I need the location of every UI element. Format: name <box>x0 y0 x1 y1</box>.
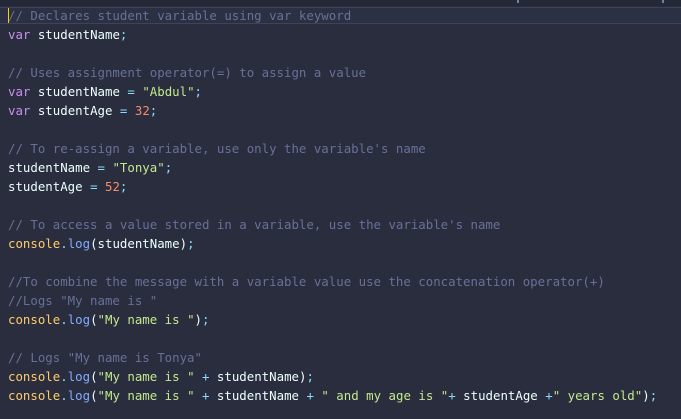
code-token-keyword: var <box>8 27 31 42</box>
code-token-object: console <box>8 312 61 327</box>
code-token-method: log <box>67 369 91 384</box>
code-token-punct: ; <box>187 236 195 251</box>
code-line[interactable] <box>8 197 680 216</box>
code-token-comment: // Uses assignment operator(=) to assign… <box>8 65 367 80</box>
code-token-var: studentName <box>8 160 98 175</box>
overview-ruler-mark <box>662 0 664 3</box>
code-token-object: console <box>8 388 61 403</box>
code-token-var <box>127 103 134 118</box>
code-token-comment: //To combine the message with a variable… <box>8 274 605 289</box>
code-token-operator: = <box>127 84 135 99</box>
code-token-string: "My name is " <box>97 369 195 384</box>
code-line[interactable] <box>8 254 680 273</box>
code-token-punct: ; <box>149 103 158 118</box>
code-token-var: studentAge <box>455 388 546 403</box>
code-line[interactable]: console.log("My name is "); <box>8 311 680 330</box>
code-token-object: console <box>8 236 61 251</box>
code-token-string: " years old" <box>552 388 643 403</box>
code-line[interactable]: studentAge = 52; <box>8 178 680 197</box>
code-token-var: studentAge <box>8 179 91 194</box>
code-token-var <box>195 388 202 403</box>
overview-ruler-mark <box>517 0 519 3</box>
code-token-operator: + <box>545 388 553 403</box>
code-token-comment: // Logs "My name is Tonya" <box>8 350 202 365</box>
code-line[interactable] <box>8 45 680 64</box>
code-token-var: studentName) <box>209 369 307 384</box>
code-token-operator: = <box>90 179 98 194</box>
code-token-var: ) <box>642 388 650 403</box>
code-line[interactable]: //Logs "My name is " <box>8 292 680 311</box>
code-token-punct: ; <box>119 27 128 42</box>
code-token-punct: . <box>60 312 68 327</box>
code-line[interactable]: // To access a value stored in a variabl… <box>8 216 680 235</box>
code-token-punct: ; <box>202 312 210 327</box>
code-line[interactable]: var studentAge = 32; <box>8 102 680 121</box>
code-token-number: 32 <box>134 103 150 118</box>
editor-top-strip <box>0 0 681 6</box>
code-token-punct: ; <box>164 160 173 175</box>
code-token-comment: //Logs "My name is " <box>8 293 158 308</box>
code-line[interactable] <box>8 330 680 349</box>
code-token-string: "Abdul" <box>142 84 195 99</box>
code-token-string: "Tonya" <box>112 160 165 175</box>
code-token-operator: + <box>306 388 314 403</box>
code-token-operator: + <box>448 388 456 403</box>
code-token-method: log <box>67 388 91 403</box>
code-token-var: ( <box>90 369 98 384</box>
code-token-var: (studentName) <box>90 236 188 251</box>
code-token-var: ( <box>90 312 98 327</box>
code-line[interactable]: // Declares student variable using var k… <box>8 7 680 26</box>
code-token-comment: // To access a value stored in a variabl… <box>8 217 501 232</box>
code-line[interactable]: console.log("My name is " + studentName … <box>8 387 680 406</box>
code-line[interactable]: // To re-assign a variable, use only the… <box>8 140 680 159</box>
code-token-var: studentName <box>209 388 307 403</box>
code-token-punct: . <box>60 236 68 251</box>
code-token-keyword: var <box>8 84 31 99</box>
code-token-var <box>98 179 105 194</box>
code-line[interactable]: console.log("My name is " + studentName)… <box>8 368 680 387</box>
code-token-string: "My name is " <box>97 312 195 327</box>
code-token-var <box>195 369 202 384</box>
code-token-var: studentName <box>30 84 128 99</box>
code-editor[interactable]: // Declares student variable using var k… <box>8 7 680 406</box>
code-token-punct: ; <box>119 179 128 194</box>
code-line[interactable]: studentName = "Tonya"; <box>8 159 680 178</box>
code-token-var: ) <box>194 312 202 327</box>
code-token-comment: // To re-assign a variable, use only the… <box>8 141 426 156</box>
code-token-keyword: var <box>8 103 31 118</box>
code-token-object: console <box>8 369 61 384</box>
code-token-method: log <box>67 236 91 251</box>
code-token-punct: ; <box>306 369 314 384</box>
code-line[interactable] <box>8 121 680 140</box>
code-token-var: studentAge <box>30 103 120 118</box>
code-line[interactable]: var studentName = "Abdul"; <box>8 83 680 102</box>
code-token-string: "My name is " <box>97 388 195 403</box>
code-token-var: studentName <box>30 27 120 42</box>
code-token-punct: ; <box>194 84 202 99</box>
code-token-comment: // Declares student variable using var k… <box>8 8 352 23</box>
code-line[interactable]: // Uses assignment operator(=) to assign… <box>8 64 680 83</box>
code-line[interactable]: console.log(studentName); <box>8 235 680 254</box>
code-token-operator: = <box>97 160 105 175</box>
code-token-punct: ; <box>649 388 658 403</box>
code-token-number: 52 <box>105 179 120 194</box>
code-token-var: ( <box>90 388 98 403</box>
code-line[interactable]: var studentName; <box>8 26 680 45</box>
code-token-punct: . <box>60 369 68 384</box>
code-token-punct: . <box>60 388 68 403</box>
code-token-string: " and my age is " <box>321 388 449 403</box>
code-line[interactable]: // Logs "My name is Tonya" <box>8 349 680 368</box>
code-line[interactable]: //To combine the message with a variable… <box>8 273 680 292</box>
code-token-method: log <box>67 312 91 327</box>
